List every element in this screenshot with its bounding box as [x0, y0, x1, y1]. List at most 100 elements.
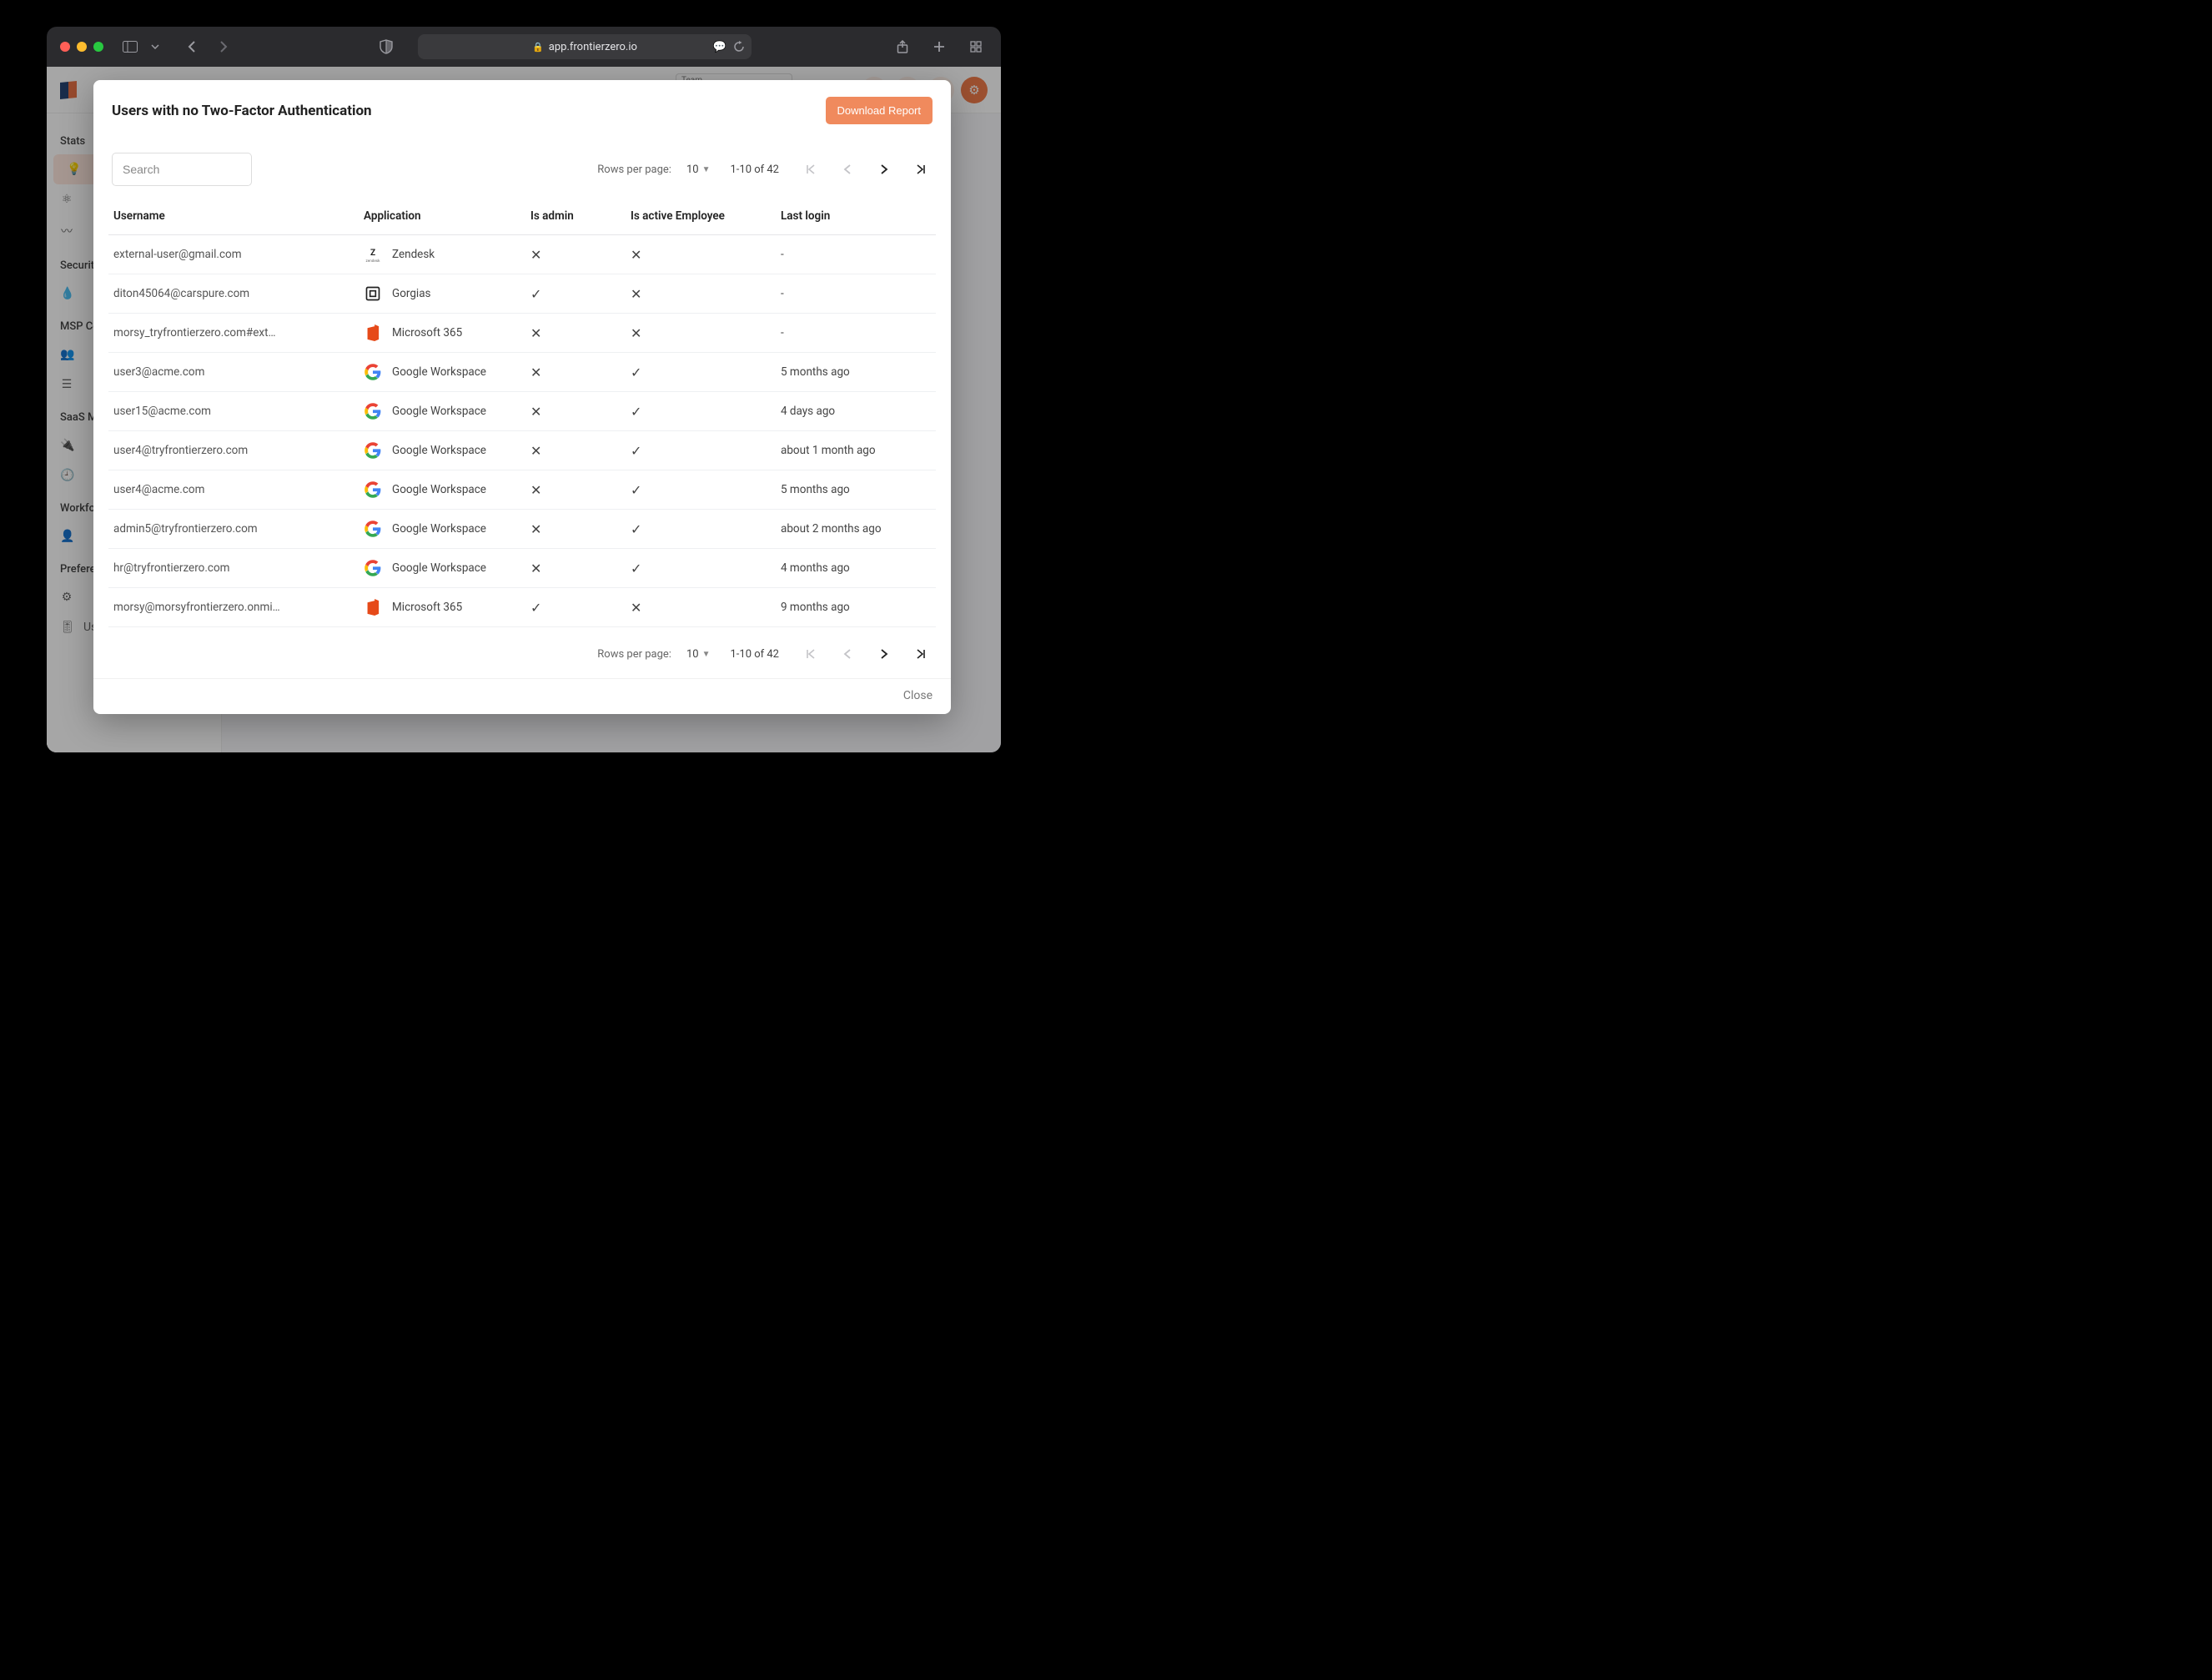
check-icon: [631, 365, 641, 380]
forward-button-icon[interactable]: [212, 35, 235, 58]
table-row[interactable]: morsy_tryfrontierzero.com#ext#@mor… Micro…: [108, 314, 936, 353]
page-range: 1-10 of 42: [730, 648, 779, 661]
reader-icon[interactable]: 💬: [713, 41, 726, 53]
last-page-button[interactable]: [909, 158, 933, 181]
x-icon: [530, 521, 541, 537]
maximize-window-icon[interactable]: [93, 42, 103, 52]
back-button-icon[interactable]: [180, 35, 204, 58]
application-name: Google Workspace: [392, 522, 486, 536]
window-controls: [60, 42, 103, 52]
table-row[interactable]: morsy@morsyfrontierzero.onmicrosoft…Micr…: [108, 588, 936, 627]
header-settings-icon[interactable]: ⚙: [961, 77, 988, 103]
rows-per-page-label: Rows per page:: [597, 648, 671, 661]
column-is-active[interactable]: Is active Employee: [626, 201, 776, 235]
application-name: Google Workspace: [392, 561, 486, 575]
chevron-down-icon: ▼: [702, 165, 711, 174]
username-cell: morsy_tryfrontierzero.com#ext#@mor…: [113, 326, 280, 340]
check-icon: [530, 286, 541, 302]
sliders-icon: 🎚: [60, 621, 73, 634]
privacy-shield-icon[interactable]: [380, 39, 393, 54]
application-cell: ZzendeskZendesk: [364, 245, 520, 264]
username-cell: user3@acme.com: [113, 365, 280, 379]
next-page-button[interactable]: [872, 642, 896, 666]
address-bar[interactable]: 🔒 app.frontierzero.io 💬: [418, 34, 752, 59]
username-cell: external-user@gmail.com: [113, 248, 280, 261]
column-application[interactable]: Application: [359, 201, 525, 235]
google-icon: [364, 402, 382, 420]
last-login-cell: 4 days ago: [776, 392, 936, 431]
application-cell: Google Workspace: [364, 480, 520, 499]
x-icon: [530, 404, 541, 420]
first-page-button[interactable]: [799, 158, 822, 181]
prev-page-button[interactable]: [836, 158, 859, 181]
person-group-icon: 👥: [60, 348, 73, 361]
table-row[interactable]: hr@tryfrontierzero.com Google Workspace 4 …: [108, 549, 936, 588]
last-login-cell: 9 months ago: [776, 588, 936, 627]
last-login-cell: 5 months ago: [776, 470, 936, 510]
first-page-button[interactable]: [799, 642, 822, 666]
tab-overview-icon[interactable]: [964, 35, 988, 58]
table-row[interactable]: diton45064@carspure.com Gorgias -: [108, 274, 936, 314]
column-last-login[interactable]: Last login: [776, 201, 936, 235]
x-icon: [530, 365, 541, 380]
x-icon: [530, 482, 541, 498]
application-cell: Google Workspace: [364, 520, 520, 538]
search-input[interactable]: [112, 153, 252, 186]
application-cell: Gorgias: [364, 284, 520, 303]
last-login-cell: 4 months ago: [776, 549, 936, 588]
next-page-button[interactable]: [872, 158, 896, 181]
reload-icon[interactable]: [733, 41, 745, 53]
column-username[interactable]: Username: [108, 201, 359, 235]
check-icon: [631, 404, 641, 420]
check-icon: [631, 521, 641, 537]
table-row[interactable]: user4@acme.comGoogle Workspace5 months a…: [108, 470, 936, 510]
drop-icon: 💧: [60, 287, 73, 300]
application-name: Microsoft 365: [392, 326, 462, 340]
m365-icon: [364, 324, 382, 342]
sidebar-toggle-icon[interactable]: [118, 35, 142, 58]
lightbulb-icon: 💡: [67, 163, 80, 176]
browser-window: 🔒 app.frontierzero.io 💬: [47, 27, 1001, 752]
x-icon: [530, 247, 541, 263]
check-icon: [631, 561, 641, 576]
table-row[interactable]: user3@acme.comGoogle Workspace5 months a…: [108, 353, 936, 392]
modal-title: Users with no Two-Factor Authentication: [112, 103, 372, 119]
last-page-button[interactable]: [909, 642, 933, 666]
application-name: Microsoft 365: [392, 601, 462, 614]
table-row[interactable]: external-user@gmail.comZzendeskZendesk-: [108, 235, 936, 274]
lock-icon: 🔒: [532, 42, 544, 53]
table-row[interactable]: user15@acme.comGoogle Workspace4 days ag…: [108, 392, 936, 431]
new-tab-icon[interactable]: [928, 35, 951, 58]
check-icon: [631, 443, 641, 459]
prev-page-button[interactable]: [836, 642, 859, 666]
username-cell: hr@tryfrontierzero.com: [113, 561, 280, 575]
last-login-cell: 5 months ago: [776, 353, 936, 392]
minimize-window-icon[interactable]: [77, 42, 87, 52]
modal-body: Rows per page: 10 ▼ 1-10 of 42: [93, 131, 951, 678]
nodes-icon: ⚛: [60, 193, 73, 206]
close-button[interactable]: Close: [903, 689, 933, 702]
last-login-cell: -: [776, 274, 936, 314]
download-report-button[interactable]: Download Report: [826, 97, 933, 124]
username-cell: diton45064@carspure.com: [113, 287, 280, 300]
sidebar-dropdown-icon[interactable]: [143, 35, 167, 58]
google-icon: [364, 441, 382, 460]
x-icon: [631, 247, 641, 263]
last-login-cell: about 2 months ago: [776, 510, 936, 549]
table-row[interactable]: admin5@tryfrontierzero.com Google Workspa…: [108, 510, 936, 549]
pager-top: Rows per page: 10 ▼ 1-10 of 42: [597, 158, 933, 181]
last-login-cell: about 1 month ago: [776, 431, 936, 470]
rows-per-page-select[interactable]: 10 ▼: [686, 163, 711, 176]
rows-per-page-select[interactable]: 10 ▼: [686, 648, 711, 661]
check-icon: [631, 482, 641, 498]
username-cell: admin5@tryfrontierzero.com: [113, 522, 280, 536]
username-cell: user15@acme.com: [113, 405, 280, 418]
check-icon: [530, 600, 541, 616]
m365-icon: [364, 598, 382, 616]
application-cell: Google Workspace: [364, 559, 520, 577]
table-row[interactable]: user4@tryfrontierzero.comGoogle Workspac…: [108, 431, 936, 470]
share-icon[interactable]: [891, 35, 914, 58]
close-window-icon[interactable]: [60, 42, 70, 52]
application-name: Google Workspace: [392, 483, 486, 496]
column-is-admin[interactable]: Is admin: [525, 201, 626, 235]
